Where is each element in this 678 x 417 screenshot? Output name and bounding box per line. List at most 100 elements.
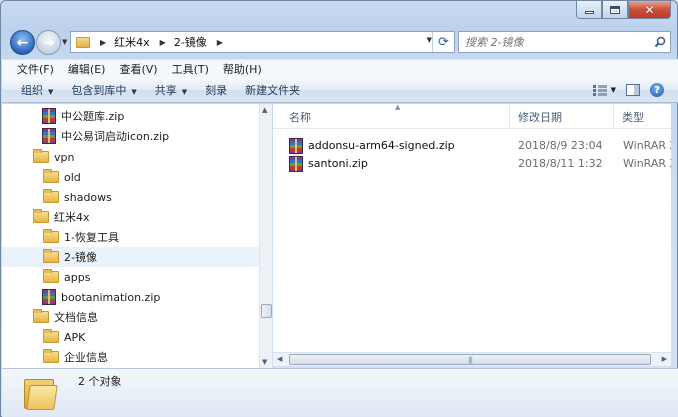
chevron-down-icon: ▼ (610, 86, 616, 94)
folder-icon (43, 329, 59, 343)
column-divider[interactable] (509, 104, 510, 129)
tree-item[interactable]: old (43, 167, 81, 187)
menu-file[interactable]: 文件(F) (10, 61, 61, 77)
tree-item[interactable]: 文档信息 (33, 307, 98, 327)
search-box[interactable] (458, 31, 671, 53)
search-icon[interactable] (650, 36, 670, 48)
tree-item-label: bootanimation.zip (61, 290, 161, 304)
scroll-down-icon[interactable]: ▼ (262, 358, 267, 366)
menu-tools[interactable]: 工具(T) (165, 61, 216, 77)
folder-icon (43, 229, 59, 243)
chevron-down-icon: ▼ (131, 88, 137, 96)
refresh-button[interactable]: ⟳ (432, 32, 454, 52)
breadcrumb-separator[interactable]: ▶ (160, 38, 166, 47)
folder-icon (33, 309, 49, 323)
tree-item-label: 1-恢复工具 (64, 231, 119, 244)
menu-bar: 文件(F) 编辑(E) 查看(V) 工具(T) 帮助(H) (2, 59, 678, 78)
tree-item-label: 中公易词启动icon.zip (61, 130, 170, 143)
folder-icon (33, 149, 49, 163)
scrollbar-thumb[interactable]: ||| (289, 354, 651, 365)
address-bar[interactable]: ▶ 红米4x ▶ 2-镜像 ▶ ▼ ⟳ (70, 31, 455, 53)
navigation-pane-scrollbar[interactable]: ▲ ▼ (259, 104, 272, 368)
tree-item[interactable]: 红米4x (33, 207, 90, 227)
breadcrumb-segment-1[interactable]: 红米4x (114, 34, 150, 50)
scrollbar-thumb[interactable] (261, 304, 272, 318)
file-date: 2018/8/9 23:04 (518, 139, 603, 152)
include-in-library-button[interactable]: 包含到库中 ▼ (62, 82, 145, 98)
tree-item-selected[interactable]: 2-镜像 (2, 247, 259, 267)
tree-item[interactable]: apps (43, 267, 90, 287)
column-header-name[interactable]: 名称 (289, 109, 311, 125)
share-button[interactable]: 共享 ▼ (146, 82, 196, 98)
tree-item[interactable]: 中公题库.zip (42, 106, 124, 126)
close-button[interactable]: ✕ (628, 1, 671, 19)
winrar-zip-icon (289, 137, 303, 154)
winrar-zip-icon (289, 155, 303, 172)
tree-item[interactable]: 企业信息 (43, 347, 108, 367)
close-icon: ✕ (644, 2, 655, 17)
column-header-row: ▲ 名称 修改日期 类型 (273, 104, 671, 129)
toolbar-right: ▼ ? (592, 83, 664, 97)
breadcrumb-segment-2[interactable]: 2-镜像 (174, 34, 207, 50)
tree-item-label: vpn (54, 150, 75, 164)
file-date: 2018/8/11 1:32 (518, 157, 603, 170)
help-icon[interactable]: ? (650, 83, 664, 97)
file-row[interactable]: santoni.zip 2018/8/11 1:32 WinRAR Z (289, 154, 671, 173)
scroll-right-icon[interactable]: ▶ (662, 355, 667, 363)
folder-icon (33, 209, 49, 223)
column-header-modified[interactable]: 修改日期 (518, 109, 562, 125)
folder-icon (76, 36, 90, 48)
menu-view[interactable]: 查看(V) (112, 61, 164, 77)
chevron-down-icon: ▼ (48, 88, 54, 96)
tree-item-label: apps (64, 270, 91, 284)
minimize-button[interactable] (576, 1, 602, 19)
navigation-pane: 中公题库.zip 中公易词启动icon.zip vpn old shadows … (2, 104, 259, 368)
back-button[interactable]: ← (10, 30, 35, 55)
menu-edit[interactable]: 编辑(E) (61, 61, 113, 77)
breadcrumb-separator[interactable]: ▶ (217, 38, 223, 47)
caption-buttons: ✕ (576, 1, 671, 20)
recent-pages-dropdown[interactable]: ▼ (62, 38, 67, 46)
burn-button[interactable]: 刻录 (196, 82, 236, 98)
maximize-icon (610, 5, 620, 14)
menu-help[interactable]: 帮助(H) (216, 61, 269, 77)
tree-item-label: 2-镜像 (64, 251, 97, 264)
view-options-button[interactable]: ▼ (592, 84, 616, 96)
tree-item[interactable]: APK (43, 327, 85, 347)
view-grid-icon (592, 84, 607, 96)
maximize-button[interactable] (602, 1, 628, 19)
folder-icon (43, 349, 59, 363)
tree-item[interactable]: bootanimation.zip (42, 287, 160, 307)
folder-icon (43, 269, 59, 283)
file-name: santoni.zip (308, 157, 368, 170)
scroll-left-icon[interactable]: ◀ (277, 355, 282, 363)
scroll-up-icon[interactable]: ▲ (262, 106, 267, 114)
sort-ascending-icon: ▲ (395, 104, 401, 111)
tree-item[interactable]: 1-恢复工具 (43, 227, 119, 247)
breadcrumb-separator[interactable]: ▶ (100, 38, 106, 47)
organize-label: 组织 (21, 84, 43, 97)
command-bar: 组织 ▼ 包含到库中 ▼ 共享 ▼ 刻录 新建文件夹 ▼ ? (2, 78, 678, 103)
tree-item[interactable]: vpn (33, 147, 74, 167)
forward-button[interactable]: → (36, 30, 61, 55)
file-list-horizontal-scrollbar[interactable]: ◀ ||| ▶ (273, 352, 671, 366)
share-label: 共享 (154, 84, 177, 97)
organize-button[interactable]: 组织 ▼ (12, 82, 62, 98)
minimize-icon (584, 11, 594, 14)
include-in-library-label: 包含到库中 (71, 84, 127, 97)
column-header-type[interactable]: 类型 (622, 109, 644, 125)
preview-pane-icon[interactable] (626, 84, 640, 96)
tree-item[interactable]: 中公易词启动icon.zip (42, 126, 169, 146)
tree-item[interactable]: shadows (43, 187, 112, 207)
winrar-zip-icon (42, 128, 56, 144)
tree-item-label: APK (64, 330, 86, 344)
search-input[interactable] (465, 35, 650, 49)
column-divider[interactable] (613, 104, 614, 129)
file-name-cell: addonsu-arm64-signed.zip (289, 137, 455, 154)
winrar-zip-icon (42, 108, 56, 124)
new-folder-button[interactable]: 新建文件夹 (236, 82, 309, 98)
forward-arrow-icon: → (42, 34, 55, 51)
details-pane: 2 个对象 (2, 368, 678, 417)
refresh-icon: ⟳ (438, 34, 449, 50)
file-row[interactable]: addonsu-arm64-signed.zip 2018/8/9 23:04 … (289, 136, 671, 155)
